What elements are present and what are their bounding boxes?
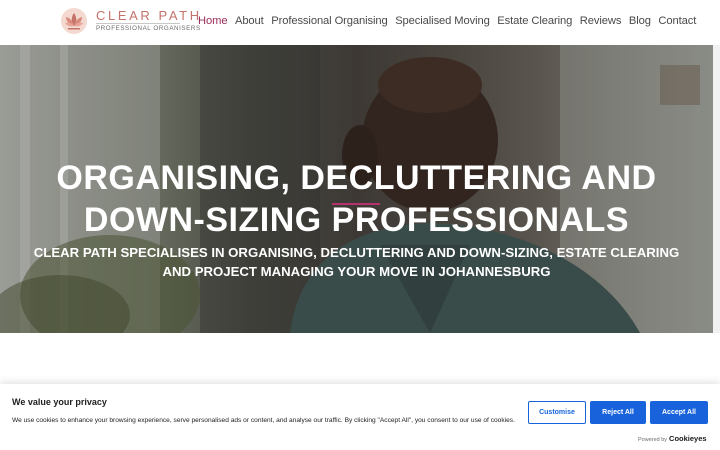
hero-banner: ORGANISING, DECLUTTERING AND DOWN-SIZING… bbox=[0, 45, 713, 333]
hero-title: ORGANISING, DECLUTTERING AND DOWN-SIZING… bbox=[56, 159, 657, 239]
logo-divider bbox=[96, 23, 180, 24]
logo-wordmark: CLEAR PATH bbox=[96, 8, 202, 23]
nav-blog[interactable]: Blog bbox=[629, 13, 651, 29]
reject-all-button[interactable]: Reject All bbox=[590, 401, 646, 424]
scrollbar[interactable] bbox=[713, 45, 720, 333]
site-logo[interactable]: CLEAR PATH PROFESSIONAL ORGANISERS bbox=[60, 5, 200, 37]
main-nav: Home About Professional Organising Speci… bbox=[198, 13, 704, 29]
cookie-consent-banner: We value your privacy We use cookies to … bbox=[0, 384, 720, 450]
customise-button[interactable]: Customise bbox=[528, 401, 586, 424]
powered-by[interactable]: Powered by Cookieyes bbox=[638, 434, 707, 443]
powered-by-label: Powered by bbox=[638, 437, 668, 443]
accept-all-button[interactable]: Accept All bbox=[650, 401, 708, 424]
nav-reviews[interactable]: Reviews bbox=[580, 13, 622, 29]
logo-tagline: PROFESSIONAL ORGANISERS bbox=[96, 25, 201, 32]
nav-contact[interactable]: Contact bbox=[658, 13, 696, 29]
nav-about[interactable]: About bbox=[235, 13, 264, 29]
nav-professional-organising[interactable]: Professional Organising bbox=[271, 13, 388, 29]
hero-subtitle: CLEAR PATH SPECIALISES IN ORGANISING, DE… bbox=[33, 245, 680, 279]
cookieyes-logo: Cookieyes bbox=[669, 434, 707, 443]
cookie-description: We use cookies to enhance your browsing … bbox=[12, 417, 515, 424]
nav-specialised-moving[interactable]: Specialised Moving bbox=[395, 13, 490, 29]
site-header: CLEAR PATH PROFESSIONAL ORGANISERS Home … bbox=[0, 0, 720, 45]
nav-home[interactable]: Home bbox=[198, 13, 228, 29]
nav-estate-clearing[interactable]: Estate Clearing bbox=[497, 13, 572, 29]
cookie-title: We value your privacy bbox=[12, 397, 107, 407]
hero-accent-line bbox=[332, 203, 380, 205]
lotus-logo-icon bbox=[61, 8, 87, 34]
